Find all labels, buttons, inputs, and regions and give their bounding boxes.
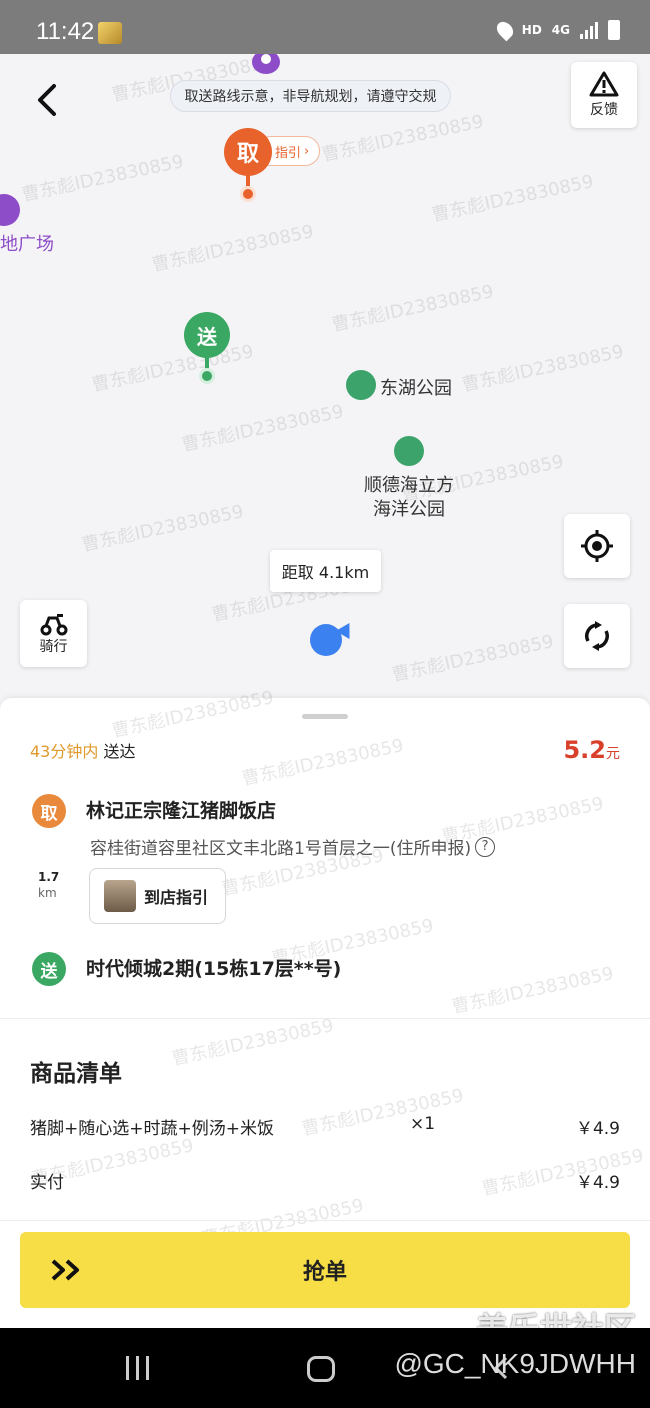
double-chevron-right-icon [51,1259,79,1281]
feedback-button[interactable]: 反馈 [571,62,637,128]
watermark-text: 曹东彪ID23830859 [149,221,316,276]
refresh-button[interactable] [564,604,630,668]
sheet-drag-handle[interactable] [302,714,348,719]
pickup-marker[interactable]: 取 [224,128,272,176]
shop-address-text: 容桂街道容里社区文丰北路1号首层之一(住所申报) [90,839,472,859]
scooter-icon [40,613,67,635]
distance-bubble: 距取 4.1km [270,550,381,592]
warning-icon [589,71,619,97]
pickup-badge: 取 [32,794,66,828]
refresh-icon [585,621,609,651]
watermark-text: 曹东彪ID23830859 [299,1085,466,1140]
order-price: 5.2元 [563,736,620,764]
hd-indicator: HD [521,23,542,37]
poi-park-label: 东湖公园 [380,378,452,399]
deliver-marker[interactable]: 送 [184,312,230,358]
drop-badge: 送 [32,952,66,986]
paid-label: 实付 [30,1173,64,1193]
app-notification-icon [98,22,122,44]
recent-apps-button[interactable] [126,1356,149,1380]
watermark-text: 曹东彪ID23830859 [459,341,626,396]
price-unit: 元 [606,746,620,762]
pickup-point [240,186,256,202]
item-quantity: ×1 [410,1114,436,1134]
grab-order-button[interactable]: 抢单 [20,1232,630,1308]
question-icon[interactable]: ? [475,836,496,857]
locate-button[interactable] [564,514,630,578]
deliver-point [199,368,215,384]
clock: 11:42 [36,18,95,45]
shop-distance-unit: km [38,886,57,900]
item-name: 猪脚+随心选+时蔬+例汤+米饭 [30,1119,274,1139]
system-nav-bar: @GC_NK9JDWHH [0,1328,650,1408]
park-icon [346,370,376,400]
map-poi-marker [252,54,280,74]
poi-ocean-label: 顺德海立方 海洋公园 [364,475,454,520]
ride-mode-label: 骑行 [39,638,68,655]
status-bar: 11:42 HD 4G [0,0,650,54]
handle-watermark: @GC_NK9JDWHH [394,1348,636,1379]
goods-list-title: 商品清单 [30,1061,122,1087]
store-thumbnail [104,880,136,912]
divider [0,1220,650,1221]
location-icon [493,18,517,42]
watermark-text: 曹东彪ID23830859 [329,281,496,336]
poi-plaza-icon [0,194,20,226]
poi-plaza-label: 地广场 [0,234,54,255]
feedback-label: 反馈 [590,102,618,118]
system-icons: HD 4G [493,18,620,42]
watermark-text: 曹东彪ID23830859 [79,501,246,556]
watermark-text: 曹东彪ID23830859 [89,341,256,396]
network-type: 4G [551,23,570,37]
ride-mode-button[interactable]: 骑行 [20,600,87,667]
store-guide-label: 到店指引 [144,888,209,907]
watermark-text: 曹东彪ID23830859 [239,735,406,790]
shop-distance-value: 1.7 [38,870,60,884]
home-button[interactable] [307,1356,335,1382]
eta-suffix: 送达 [103,742,136,761]
crosshair-icon [581,530,613,562]
item-price: ￥4.9 [575,1119,620,1139]
paid-value: ￥4.9 [575,1173,620,1193]
eta-time: 43分钟内 [30,742,99,761]
watermark-text: 曹东彪ID23830859 [179,401,346,456]
chevron-left-icon [38,84,56,116]
delivery-eta: 43分钟内 送达 [30,738,135,762]
chevron-right-icon: › [304,143,310,159]
watermark-text: 曹东彪ID23830859 [389,631,556,686]
drop-address: 时代倾城2期(15栋17层**号) [86,958,342,980]
route-notice: 取送路线示意，非导航规划，请遵守交规 [170,80,451,112]
back-button[interactable] [30,80,66,120]
shop-address: 容桂街道容里社区文丰北路1号首层之一(住所申报) ? [90,834,496,859]
watermark-text: 曹东彪ID23830859 [479,1145,646,1200]
watermark-text: 曹东彪ID23830859 [169,1015,336,1070]
shop-name: 林记正宗隆江猪脚饭店 [86,800,277,822]
map-view[interactable]: 曹东彪ID23830859 曹东彪ID23830859 曹东彪ID2383085… [0,54,650,714]
watermark-text: 曹东彪ID23830859 [19,151,186,206]
watermark-text: 曹东彪ID23830859 [429,171,596,226]
store-guide-button[interactable]: 到店指引 [89,868,226,924]
pickup-guide-label: 指引 [275,145,302,161]
dolphin-icon [394,436,424,466]
watermark-text: 曹东彪ID23830859 [449,963,616,1018]
battery-icon [608,20,620,40]
price-value: 5.2 [563,736,606,764]
order-sheet: 曹东彪ID23830859 曹东彪ID23830859 曹东彪ID2383085… [0,687,650,1328]
signal-icon [580,21,598,39]
divider [0,1018,650,1019]
grab-order-label: 抢单 [302,1260,347,1285]
watermark-text: 曹东彪ID23830859 [319,111,486,166]
